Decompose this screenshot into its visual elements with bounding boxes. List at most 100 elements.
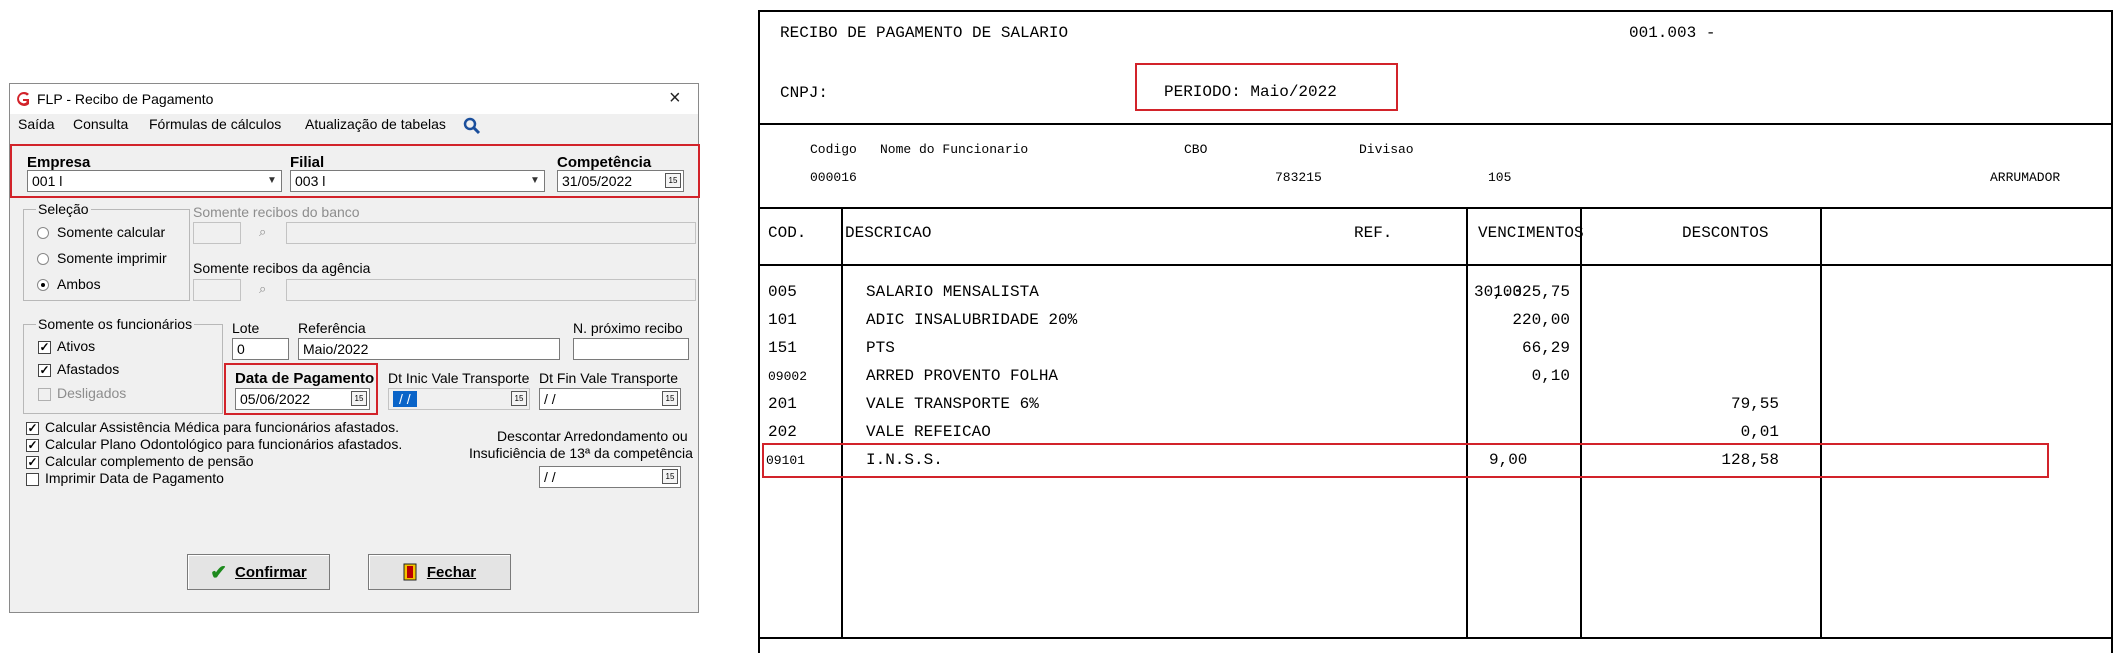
emp-funcao: ARRUMADOR <box>1990 170 2061 185</box>
calendar-icon[interactable]: 15 <box>662 469 678 484</box>
desligados-checkbox <box>38 388 51 401</box>
radio-somente-calcular[interactable] <box>37 227 49 239</box>
row-desc: VALE TRANSPORTE 6% <box>866 395 1039 413</box>
divider-columns <box>758 264 2113 266</box>
emp-header-codigo: Codigo <box>810 142 857 157</box>
emp-header-cbo: CBO <box>1184 142 1208 157</box>
col-header-ref: REF. <box>1354 224 1393 242</box>
referencia-input[interactable]: Maio/2022 <box>298 338 560 360</box>
calendar-icon[interactable]: 15 <box>662 391 678 406</box>
col-sep-2 <box>1466 207 1468 638</box>
plano-odontologico-checkbox[interactable]: ✓ <box>26 439 39 452</box>
banco-input <box>193 222 241 244</box>
complemento-pensao-checkbox[interactable]: ✓ <box>26 456 39 469</box>
checkmark-icon: ✔ <box>210 561 228 584</box>
row-desconto: 0,01 <box>1740 423 1779 441</box>
assistencia-medica-checkbox[interactable]: ✓ <box>26 422 39 435</box>
agencia-label: Somente recibos da agência <box>193 260 371 276</box>
highlight-data-pagamento <box>224 363 378 415</box>
radio-ambos[interactable] <box>37 279 49 291</box>
highlight-periodo <box>1135 63 1398 111</box>
row-venc: 220,00 <box>1512 311 1570 329</box>
menu-saida[interactable]: Saída <box>18 116 55 132</box>
dt-inic-vt-label: Dt Inic Vale Transporte <box>388 370 530 386</box>
banco-label: Somente recibos do banco <box>193 204 360 220</box>
binoculars-icon: ⌕ <box>259 281 267 296</box>
app-logo-icon <box>17 92 29 106</box>
row-cod: 09002 <box>768 369 808 384</box>
emp-header-nome: Nome do Funcionario <box>880 142 1029 157</box>
dt-inic-vt-input[interactable]: / /15 <box>388 388 530 410</box>
row-cod: 101 <box>768 311 797 329</box>
receipt: RECIBO DE PAGAMENTO DE SALARIO 001.003 -… <box>758 0 2113 653</box>
title-bar: FLP - Recibo de Pagamento × <box>10 84 698 114</box>
proximo-recibo-input[interactable] <box>573 338 689 360</box>
proximo-recibo-label: N. próximo recibo <box>573 320 683 336</box>
row-desc: VALE REFEICAO <box>866 423 991 441</box>
radio-somente-imprimir[interactable] <box>37 253 49 265</box>
col-header-descricao: DESCRICAO <box>845 224 932 242</box>
descontar-label-1: Descontar Arredondamento ou <box>497 428 688 444</box>
close-icon[interactable]: × <box>669 87 681 110</box>
agencia-name-input <box>286 279 696 301</box>
funcionarios-label: Somente os funcionários <box>36 316 195 332</box>
divider-bottom <box>758 637 2113 639</box>
radio-label: Ambos <box>57 276 101 292</box>
divider-employee <box>758 207 2113 209</box>
confirm-button[interactable]: ✔ Confirmar <box>187 554 330 590</box>
checkbox-label: Calcular Plano Odontológico para funcion… <box>45 436 403 452</box>
row-cod: 202 <box>768 423 797 441</box>
dt-fin-vt-label: Dt Fin Vale Transporte <box>539 370 679 386</box>
row-cod: 151 <box>768 339 797 357</box>
checkbox-label: Ativos <box>57 338 96 354</box>
checkbox-label: Imprimir Data de Pagamento <box>45 470 224 486</box>
descontar-input[interactable]: / /15 <box>539 466 681 488</box>
calendar-icon[interactable]: 15 <box>511 391 527 406</box>
emp-cbo: 783215 <box>1275 170 1322 185</box>
row-desc: ADIC INSALUBRIDADE 20% <box>866 311 1078 329</box>
descontar-label-2: Insuficiência de 13ª da competência <box>469 445 693 461</box>
door-exit-icon <box>403 563 417 581</box>
imprimir-data-checkbox[interactable] <box>26 473 39 486</box>
checkbox-label: Afastados <box>57 361 120 377</box>
col-sep-3 <box>1580 207 1582 638</box>
emp-header-divisao: Divisao <box>1359 142 1414 157</box>
close-button[interactable]: Fechar <box>368 554 511 590</box>
banco-name-input <box>286 222 696 244</box>
menu-formulas[interactable]: Fórmulas de cálculos <box>149 116 281 132</box>
divider-header <box>758 123 2113 125</box>
agencia-input <box>193 279 241 301</box>
radio-label: Somente calcular <box>57 224 166 240</box>
row-venc: 1.325,75 <box>1493 283 1570 301</box>
row-desconto: 79,55 <box>1730 395 1779 413</box>
highlight-inss-row <box>762 443 2049 478</box>
menu-bar: Saída Consulta Fórmulas de cálculos Atua… <box>10 114 698 136</box>
radio-label: Somente imprimir <box>57 250 167 266</box>
lote-input[interactable]: 0 <box>232 338 289 360</box>
row-desc: PTS <box>866 339 895 357</box>
search-icon[interactable] <box>463 117 481 135</box>
row-cod: 005 <box>768 283 797 301</box>
checkbox-label: Desligados <box>57 385 127 401</box>
col-header-descontos: DESCONTOS <box>1682 224 1769 242</box>
receipt-border-top <box>758 10 2113 12</box>
col-sep-1 <box>841 207 843 638</box>
row-venc: 0,10 <box>1531 367 1570 385</box>
col-header-vencimentos: VENCIMENTOS <box>1478 224 1584 242</box>
receipt-border-left <box>758 10 760 653</box>
binoculars-icon: ⌕ <box>259 224 267 239</box>
menu-atualizacao[interactable]: Atualização de tabelas <box>305 116 446 132</box>
menu-consulta[interactable]: Consulta <box>73 116 128 132</box>
lote-label: Lote <box>232 320 260 336</box>
afastados-checkbox[interactable]: ✓ <box>38 364 51 377</box>
ativos-checkbox[interactable]: ✓ <box>38 341 51 354</box>
receipt-code: 001.003 - <box>1629 24 1716 42</box>
emp-codigo: 000016 <box>810 170 857 185</box>
receipt-border-right <box>2111 10 2113 653</box>
recibo-dialog: FLP - Recibo de Pagamento × Saída Consul… <box>9 83 700 613</box>
row-cod: 201 <box>768 395 797 413</box>
highlight-empresa <box>10 144 700 198</box>
row-venc: 66,29 <box>1521 339 1570 357</box>
window-title: FLP - Recibo de Pagamento <box>37 91 214 107</box>
dt-fin-vt-input[interactable]: / /15 <box>539 388 681 410</box>
